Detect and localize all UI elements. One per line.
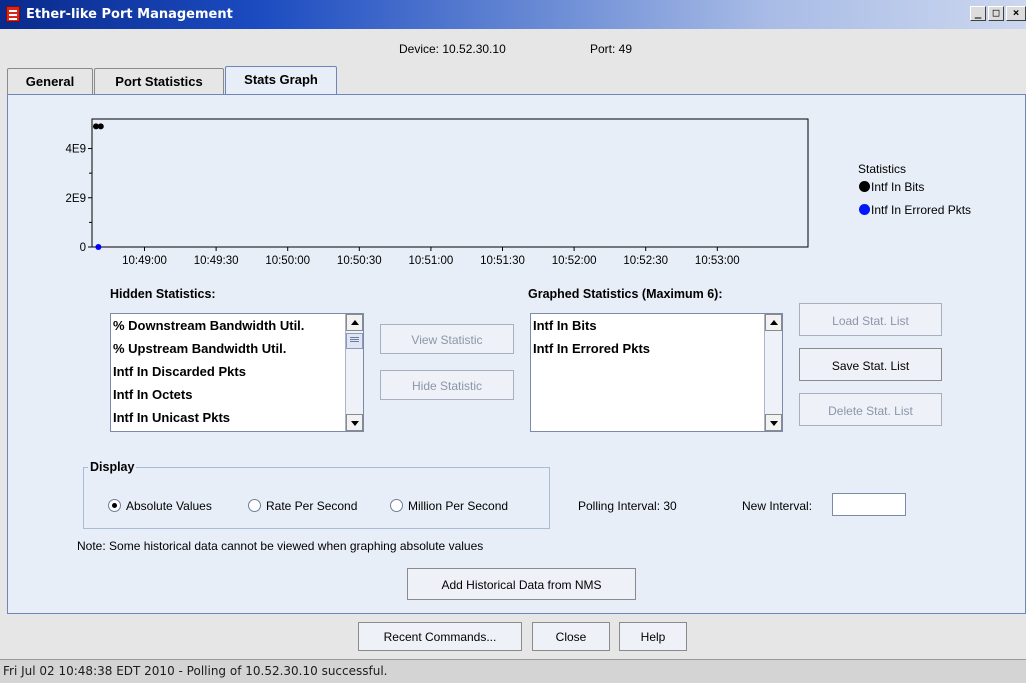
- list-item[interactable]: Intf In Unicast Pkts: [113, 410, 230, 425]
- radio-unselected-icon[interactable]: [248, 499, 261, 512]
- hide-statistic-button[interactable]: Hide Statistic: [380, 370, 514, 400]
- list-item[interactable]: % Downstream Bandwidth Util.: [113, 318, 304, 333]
- radio-absolute-values[interactable]: Absolute Values: [108, 499, 212, 513]
- new-interval-input[interactable]: [832, 493, 906, 516]
- status-bar: Fri Jul 02 10:48:38 EDT 2010 - Polling o…: [0, 659, 1026, 683]
- list-item[interactable]: Intf In Octets: [113, 387, 192, 402]
- list-item[interactable]: Intf In Discarded Pkts: [113, 364, 246, 379]
- maximize-button[interactable]: □: [988, 6, 1004, 21]
- help-button[interactable]: Help: [619, 622, 687, 651]
- scroll-up-icon[interactable]: [765, 314, 782, 331]
- window-title: Ether-like Port Management: [26, 7, 233, 22]
- load-stat-list-button[interactable]: Load Stat. List: [799, 303, 942, 336]
- radio-rate-per-second[interactable]: Rate Per Second: [248, 499, 357, 513]
- title-bar[interactable]: Ether-like Port Management _ □ ×: [0, 0, 1026, 29]
- absolute-values-note: Note: Some historical data cannot be vie…: [77, 539, 484, 553]
- radio-selected-icon[interactable]: [108, 499, 121, 512]
- display-group-title: Display: [88, 460, 137, 474]
- radio-label: Absolute Values: [126, 499, 212, 513]
- graphed-list-scrollbar[interactable]: [764, 314, 782, 431]
- view-statistic-button[interactable]: View Statistic: [380, 324, 514, 354]
- new-interval-label: New Interval:: [742, 499, 813, 513]
- radio-label: Million Per Second: [408, 499, 509, 513]
- radio-million-per-second[interactable]: Million Per Second: [390, 499, 508, 513]
- device-label: Device: 10.52.30.10: [399, 42, 506, 56]
- legend-title: Statistics: [858, 162, 907, 176]
- save-stat-list-button[interactable]: Save Stat. List: [799, 348, 942, 381]
- legend-item-intf-in-errored-pkts: Intf In Errored Pkts: [859, 203, 971, 217]
- scroll-thumb[interactable]: [346, 333, 363, 349]
- tab-general[interactable]: General: [7, 68, 93, 94]
- radio-label: Rate Per Second: [266, 499, 358, 513]
- app-icon: [6, 6, 20, 22]
- graphed-statistics-label: Graphed Statistics (Maximum 6):: [528, 287, 723, 301]
- list-item[interactable]: Intf In Bits: [533, 318, 597, 333]
- hidden-list-scrollbar[interactable]: [345, 314, 363, 431]
- scroll-down-icon[interactable]: [346, 414, 363, 431]
- close-window-button[interactable]: ×: [1006, 6, 1026, 21]
- scroll-up-icon[interactable]: [346, 314, 363, 331]
- legend-label: Intf In Errored Pkts: [871, 203, 972, 217]
- list-item[interactable]: Intf In Errored Pkts: [533, 341, 650, 356]
- minimize-button[interactable]: _: [970, 6, 986, 21]
- delete-stat-list-button[interactable]: Delete Stat. List: [799, 393, 942, 426]
- graphed-statistics-list[interactable]: Intf In Bits Intf In Errored Pkts: [530, 313, 783, 432]
- port-label: Port: 49: [590, 42, 633, 56]
- tab-port-statistics[interactable]: Port Statistics: [94, 68, 224, 94]
- legend-swatch-black: [859, 181, 870, 192]
- list-item[interactable]: % Upstream Bandwidth Util.: [113, 341, 286, 356]
- scroll-down-icon[interactable]: [765, 414, 782, 431]
- close-button[interactable]: Close: [532, 622, 610, 651]
- hidden-statistics-list[interactable]: % Downstream Bandwidth Util. % Upstream …: [110, 313, 364, 432]
- add-historical-data-button[interactable]: Add Historical Data from NMS: [407, 568, 636, 600]
- tab-stats-graph[interactable]: Stats Graph: [225, 66, 337, 94]
- radio-unselected-icon[interactable]: [390, 499, 403, 512]
- legend-swatch-blue: [859, 204, 870, 215]
- hidden-statistics-label: Hidden Statistics:: [110, 287, 216, 301]
- display-group: [83, 467, 550, 529]
- polling-interval-label: Polling Interval: 30: [578, 499, 677, 513]
- legend-item-intf-in-bits: Intf In Bits: [859, 180, 924, 194]
- legend-label: Intf In Bits: [871, 180, 925, 194]
- recent-commands-button[interactable]: Recent Commands...: [358, 622, 522, 651]
